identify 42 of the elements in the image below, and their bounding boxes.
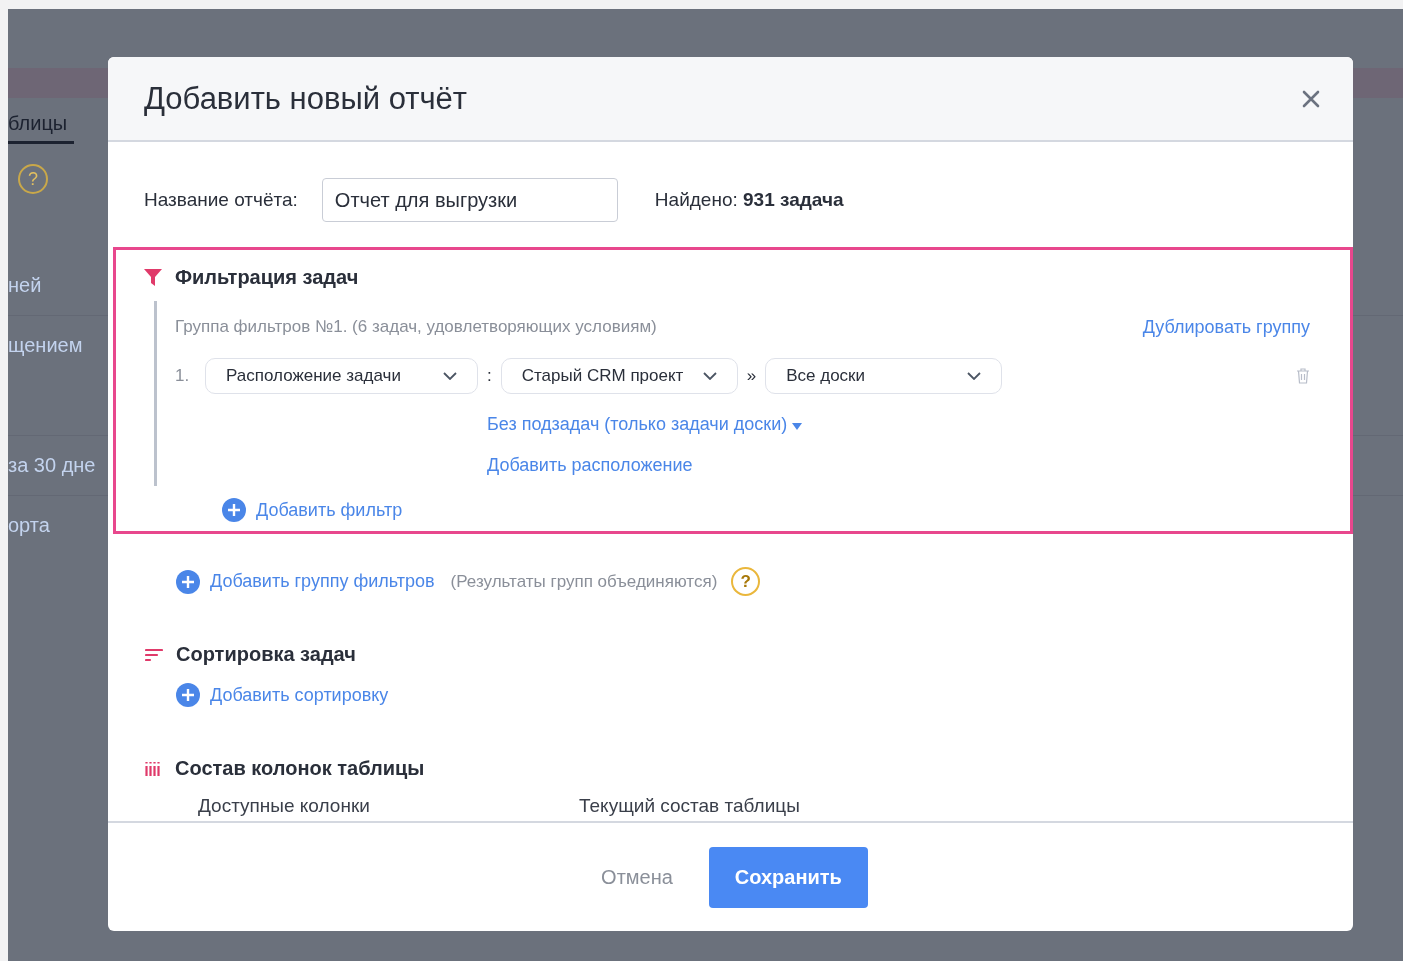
dropdown[interactable]: Все доски bbox=[765, 358, 1003, 394]
sort-lines-icon bbox=[145, 647, 163, 662]
caret-down-icon bbox=[792, 423, 803, 430]
help-icon[interactable]: ? bbox=[731, 567, 761, 596]
save-button[interactable]: Сохранить bbox=[708, 846, 868, 908]
background-text: щением bbox=[8, 334, 83, 357]
plus-circle-icon bbox=[176, 569, 200, 594]
note-text: (Результаты групп объединяются) bbox=[450, 571, 718, 592]
found-count: Найдено: 931 задача bbox=[654, 189, 844, 211]
add-location-link[interactable]: Добавить расположение bbox=[487, 455, 693, 476]
funnel-icon bbox=[144, 269, 162, 286]
separator-text: : bbox=[487, 366, 492, 386]
background-text: ней bbox=[8, 274, 42, 297]
background-text: за 30 дне bbox=[8, 454, 96, 477]
add-filter-link[interactable]: Добавить фильтр bbox=[256, 499, 403, 521]
duplicate-group-link[interactable]: Дублировать группу bbox=[1142, 317, 1310, 338]
column-heading: Текущий состав таблицы bbox=[579, 795, 800, 817]
group-caption: Группа фильтров №1. (6 задач, удовлетворяющих условиям) bbox=[175, 317, 657, 338]
condition-number: 1. bbox=[175, 366, 191, 386]
cancel-button[interactable]: Отмена bbox=[601, 865, 673, 889]
add-sort-link[interactable]: Добавить сортировку bbox=[210, 684, 389, 706]
separator-text: » bbox=[746, 366, 757, 386]
chevron-down-icon bbox=[967, 372, 982, 380]
dialog-title: Добавить новый отчёт bbox=[144, 80, 467, 117]
plus-circle-icon bbox=[222, 498, 246, 522]
column-heading: Доступные колонки bbox=[198, 795, 371, 817]
report-name-field[interactable]: Отчет для выгрузки bbox=[321, 178, 618, 222]
close-icon[interactable] bbox=[1302, 89, 1320, 108]
subtasks-dropdown-link[interactable]: Без подзадач (только задачи доски) bbox=[487, 414, 803, 435]
columns-icon bbox=[145, 760, 162, 777]
dropdown[interactable]: Расположение задачи bbox=[205, 358, 478, 394]
plus-circle-icon bbox=[176, 683, 200, 707]
background-text: орта bbox=[8, 514, 50, 537]
section-title: Состав колонок таблицы bbox=[175, 757, 425, 780]
section-title: Сортировка задач bbox=[176, 643, 356, 666]
help-icon: ? bbox=[18, 164, 48, 194]
chevron-down-icon bbox=[702, 372, 717, 380]
field-label: Название отчёта: bbox=[144, 189, 298, 211]
chevron-down-icon bbox=[443, 372, 457, 380]
add-filter-group-link[interactable]: Добавить группу фильтров bbox=[210, 571, 435, 592]
section-title: Фильтрация задач bbox=[175, 266, 359, 289]
dropdown[interactable]: Старый CRM проект bbox=[500, 358, 738, 394]
